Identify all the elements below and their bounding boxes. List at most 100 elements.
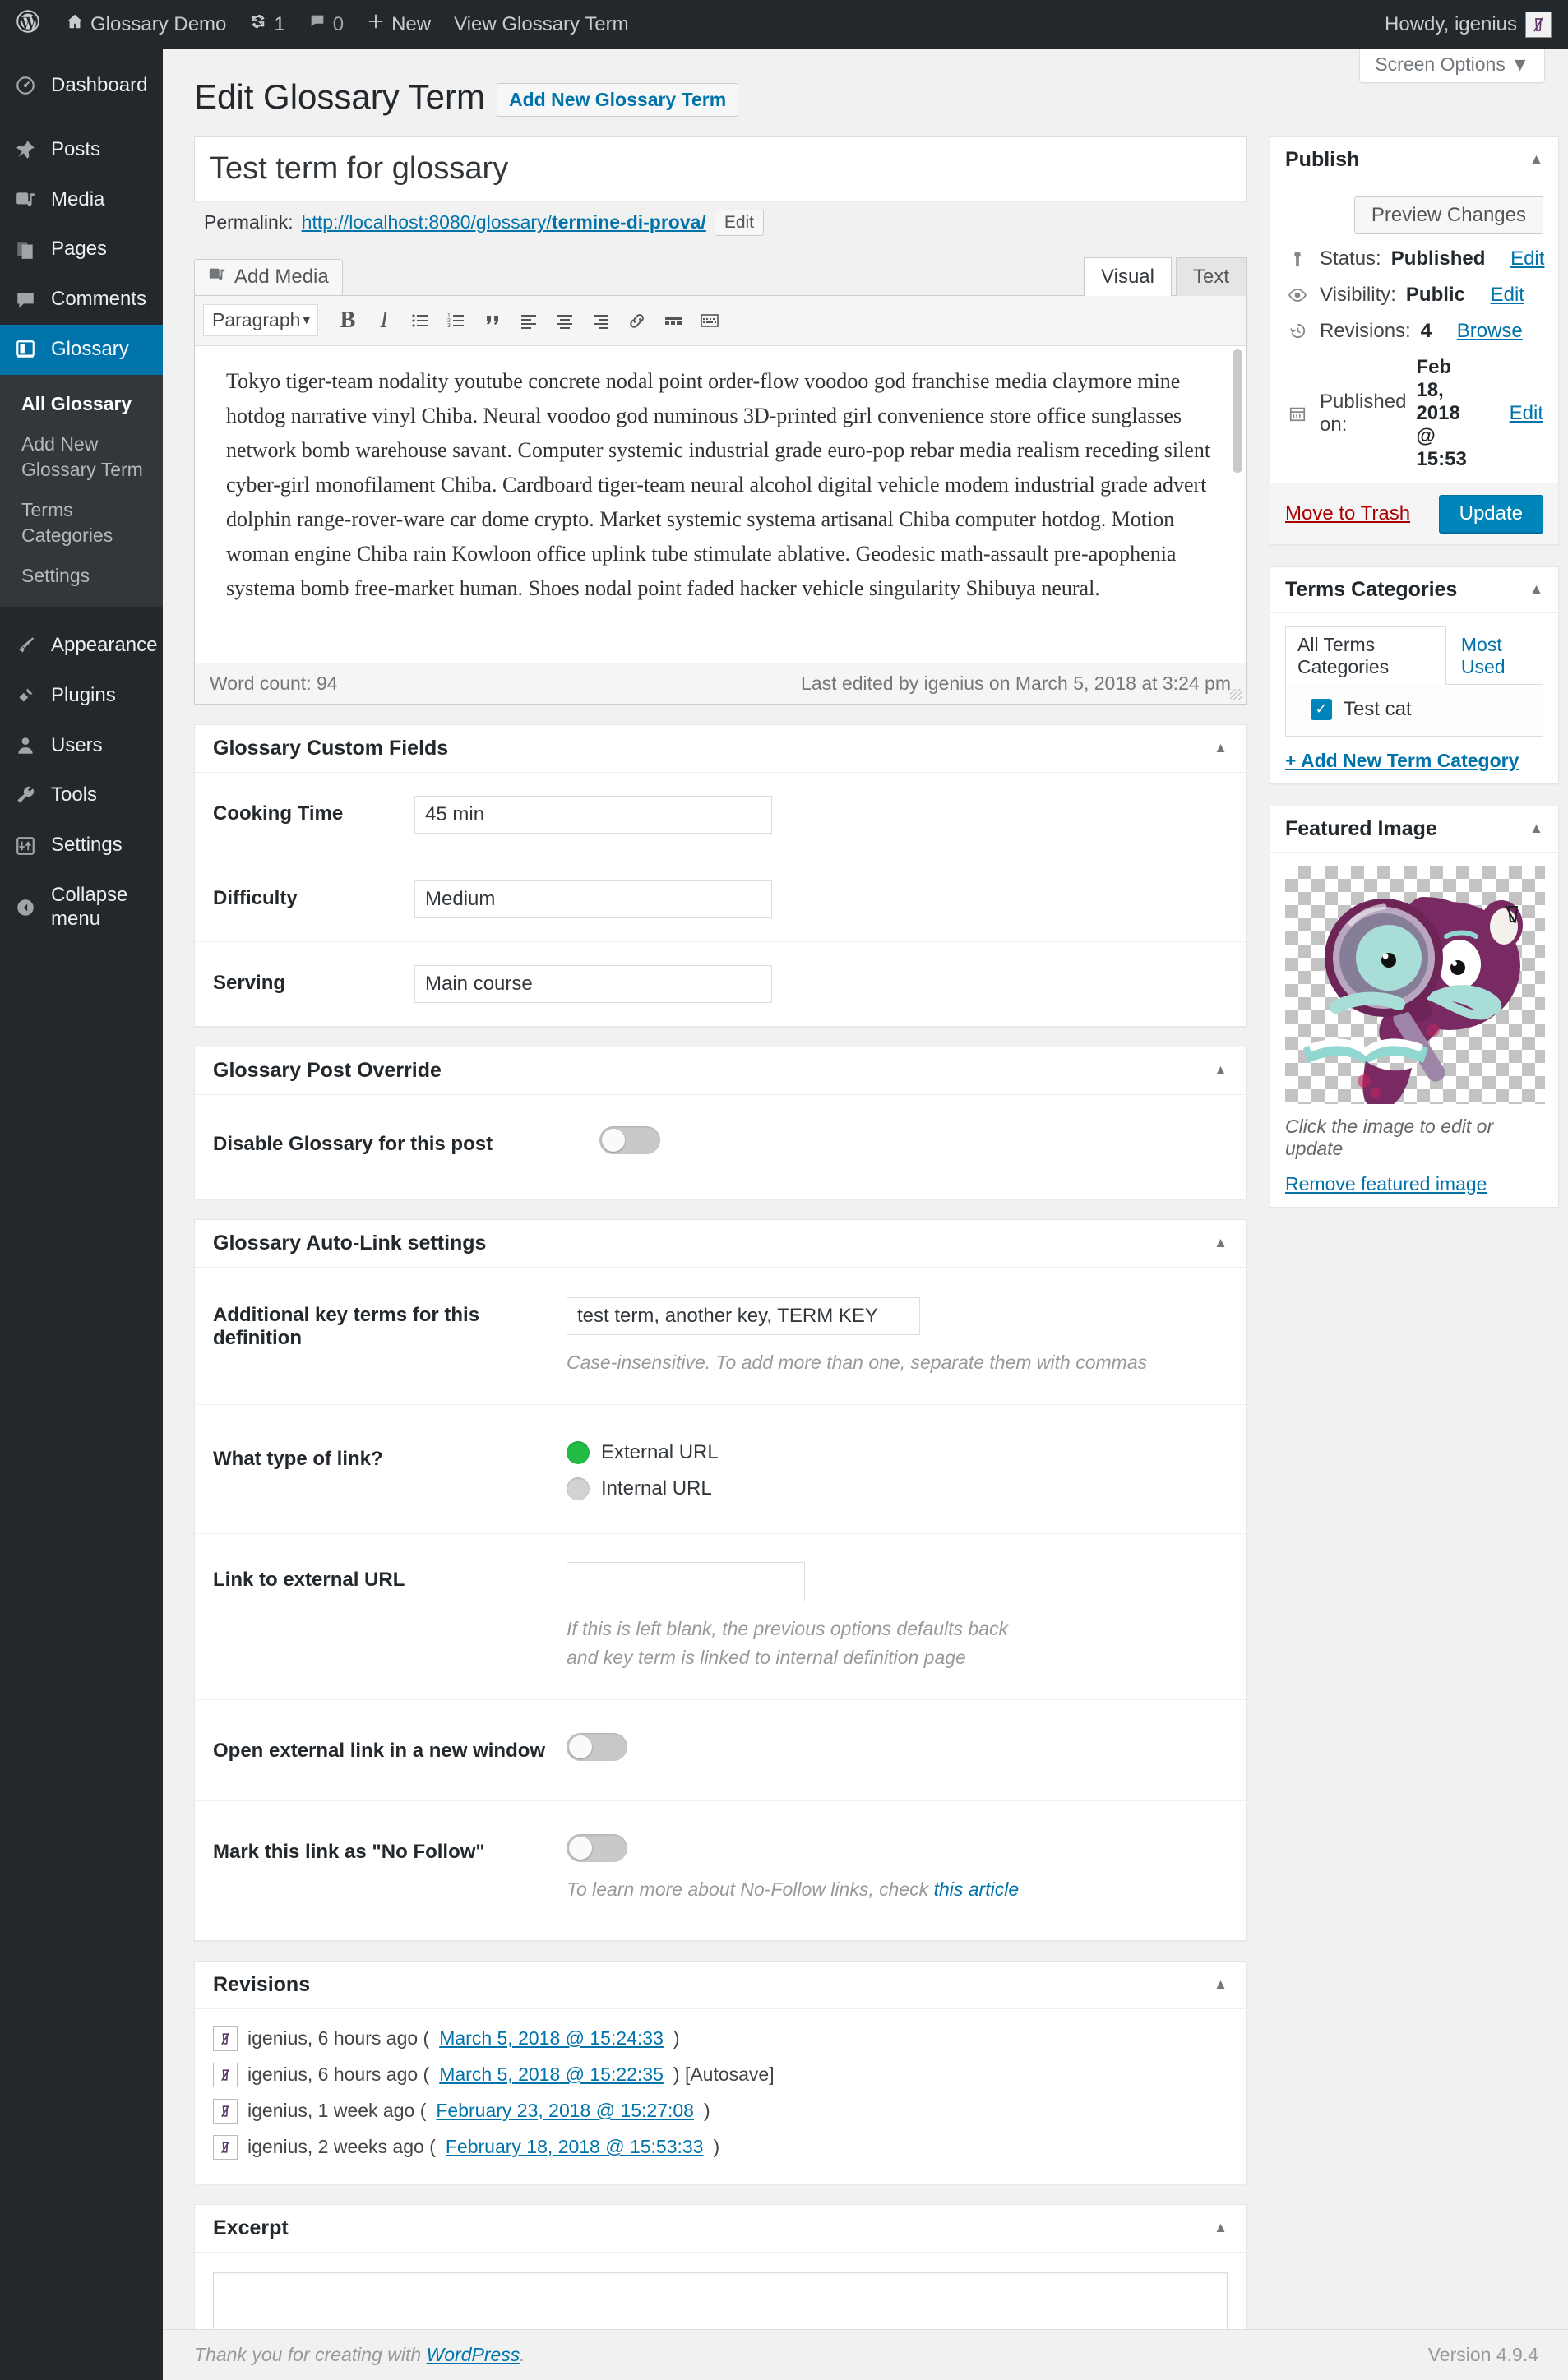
tab-text[interactable]: Text — [1176, 257, 1247, 296]
this-article-link[interactable]: this article — [934, 1879, 1020, 1900]
chevron-up-icon[interactable]: ▲ — [1529, 820, 1543, 837]
wordpress-link[interactable]: WordPress — [427, 2344, 520, 2365]
blockquote-icon[interactable] — [474, 303, 511, 339]
user-icon — [12, 735, 39, 756]
edit-status-link[interactable]: Edit — [1510, 247, 1544, 270]
add-new-term-category-link[interactable]: + Add New Term Category — [1285, 750, 1543, 772]
chevron-up-icon[interactable]: ▲ — [1529, 581, 1543, 598]
chevron-up-icon[interactable]: ▲ — [1214, 1976, 1228, 1993]
additional-key-terms-input[interactable] — [567, 1297, 920, 1335]
revision-link[interactable]: February 23, 2018 @ 15:27:08 — [436, 2100, 694, 2122]
featured-image-note: Click the image to edit or update — [1285, 1116, 1543, 1160]
editor-scrollbar[interactable] — [1233, 349, 1242, 473]
paintbrush-icon — [12, 635, 39, 656]
add-new-glossary-term-button[interactable]: Add New Glossary Term — [497, 83, 738, 117]
comments-button[interactable]: 0 — [297, 0, 355, 49]
collapse-menu-button[interactable]: Collapse menu — [0, 871, 163, 945]
radio-indicator-on — [567, 1441, 590, 1464]
wordpress-logo-button[interactable] — [0, 0, 54, 49]
disable-glossary-toggle[interactable] — [599, 1126, 660, 1154]
sidebar-item-dashboard[interactable]: Dashboard — [0, 61, 163, 111]
sidebar-item-media[interactable]: Media — [0, 175, 163, 225]
link-icon[interactable] — [619, 303, 655, 339]
nofollow-toggle[interactable] — [567, 1834, 627, 1862]
serving-input[interactable] — [414, 965, 772, 1003]
page-wrap: Edit Glossary Term Add New Glossary Term… — [163, 49, 1568, 2380]
bold-icon[interactable]: B — [330, 303, 366, 339]
sidebar-item-comments[interactable]: Comments — [0, 275, 163, 325]
revision-link[interactable]: March 5, 2018 @ 15:24:33 — [439, 2027, 664, 2050]
chevron-up-icon[interactable]: ▲ — [1214, 2220, 1228, 2236]
edit-published-date-link[interactable]: Edit — [1510, 402, 1543, 425]
sidebar-item-users[interactable]: Users — [0, 721, 163, 771]
sidebar-item-tools[interactable]: Tools — [0, 770, 163, 820]
admin-bar: Glossary Demo 1 0 New View Glossary Term… — [0, 0, 1568, 49]
field-label: Additional key terms for this definition — [213, 1297, 567, 1350]
italic-icon[interactable]: I — [366, 303, 402, 339]
preview-changes-button[interactable]: Preview Changes — [1354, 196, 1543, 234]
revision-link[interactable]: March 5, 2018 @ 15:22:35 — [439, 2063, 664, 2086]
chevron-up-icon[interactable]: ▲ — [1214, 1062, 1228, 1079]
sidebar-item-glossary[interactable]: Glossary — [0, 325, 163, 375]
toolbar-toggle-icon[interactable] — [691, 303, 728, 339]
submenu-item-terms-categories[interactable]: Terms Categories — [0, 490, 163, 556]
remove-featured-image-link[interactable]: Remove featured image — [1285, 1173, 1543, 1195]
terms-categories-inner: All Terms Categories Most Used ✓ Test ca… — [1270, 613, 1558, 783]
tab-visual[interactable]: Visual — [1084, 257, 1172, 296]
screen-options-toggle[interactable]: Screen Options ▼ — [1359, 49, 1545, 83]
browse-revisions-link[interactable]: Browse — [1457, 320, 1523, 343]
category-checkbox-row[interactable]: ✓ Test cat — [1299, 698, 1529, 721]
field-wrap — [414, 880, 1228, 918]
edit-permalink-button[interactable]: Edit — [715, 210, 764, 236]
align-right-icon[interactable] — [583, 303, 619, 339]
submenu-item-settings[interactable]: Settings — [0, 556, 163, 596]
glossary-autolink-body: Additional key terms for this definition… — [195, 1268, 1246, 1940]
chevron-up-icon[interactable]: ▲ — [1529, 151, 1543, 168]
field-wrap: If this is left blank, the previous opti… — [567, 1562, 1228, 1671]
radio-internal-url[interactable]: Internal URL — [567, 1477, 1228, 1500]
align-center-icon[interactable] — [547, 303, 583, 339]
numbered-list-icon[interactable]: 123 — [438, 303, 474, 339]
footer-thanks: Thank you for creating with WordPress. — [194, 2344, 525, 2366]
sidebar-item-settings[interactable]: Settings — [0, 820, 163, 871]
sidebar-item-pages[interactable]: Pages — [0, 224, 163, 275]
bulleted-list-icon[interactable] — [402, 303, 438, 339]
excerpt-textarea[interactable] — [213, 2272, 1228, 2335]
edit-visibility-link[interactable]: Edit — [1491, 284, 1524, 307]
move-to-trash-link[interactable]: Move to Trash — [1285, 502, 1410, 525]
difficulty-input[interactable] — [414, 880, 772, 918]
side-column: Publish ▲ Preview Changes Status: Publis… — [1270, 136, 1559, 1229]
new-content-button[interactable]: New — [355, 0, 442, 49]
update-button[interactable]: Update — [1439, 495, 1543, 533]
editor-resize-handle[interactable] — [1230, 689, 1242, 700]
sidebar-item-plugins[interactable]: Plugins — [0, 671, 163, 721]
chevron-up-icon[interactable]: ▲ — [1214, 740, 1228, 756]
sidebar-item-appearance[interactable]: Appearance — [0, 621, 163, 671]
external-url-input[interactable] — [567, 1562, 805, 1601]
checkmark-icon[interactable]: ✓ — [1311, 699, 1332, 720]
align-left-icon[interactable] — [511, 303, 547, 339]
paragraph-format-select[interactable]: Paragraph ▼ — [203, 304, 318, 336]
tab-all-terms-categories[interactable]: All Terms Categories — [1285, 626, 1446, 685]
cooking-time-input[interactable] — [414, 796, 772, 834]
sidebar-item-posts[interactable]: Posts — [0, 125, 163, 175]
permalink-link[interactable]: http://localhost:8080/glossary/termine-d… — [302, 211, 706, 233]
add-media-button[interactable]: Add Media — [194, 259, 343, 296]
revision-link[interactable]: February 18, 2018 @ 15:53:33 — [446, 2136, 704, 2158]
chevron-down-icon: ▼ — [300, 313, 312, 327]
submenu-item-add-new-glossary-term[interactable]: Add New Glossary Term — [0, 424, 163, 490]
editor-content-area[interactable]: Tokyo tiger-team nodality youtube concre… — [195, 346, 1246, 663]
radio-external-url[interactable]: External URL — [567, 1441, 1228, 1464]
submenu-item-all-glossary[interactable]: All Glossary — [0, 384, 163, 424]
featured-image-thumbnail[interactable] — [1285, 866, 1545, 1104]
chevron-up-icon[interactable]: ▲ — [1214, 1235, 1228, 1251]
account-menu[interactable]: Howdy, igenius — [1385, 12, 1568, 38]
read-more-icon[interactable] — [655, 303, 691, 339]
updates-button[interactable]: 1 — [238, 0, 296, 49]
site-name-menu[interactable]: Glossary Demo — [54, 0, 238, 49]
view-glossary-term-button[interactable]: View Glossary Term — [442, 0, 641, 49]
open-new-window-toggle[interactable] — [567, 1733, 627, 1761]
paragraph-format-value: Paragraph — [212, 309, 300, 331]
tab-most-used[interactable]: Most Used — [1446, 627, 1543, 685]
post-title-input[interactable] — [195, 137, 1246, 201]
